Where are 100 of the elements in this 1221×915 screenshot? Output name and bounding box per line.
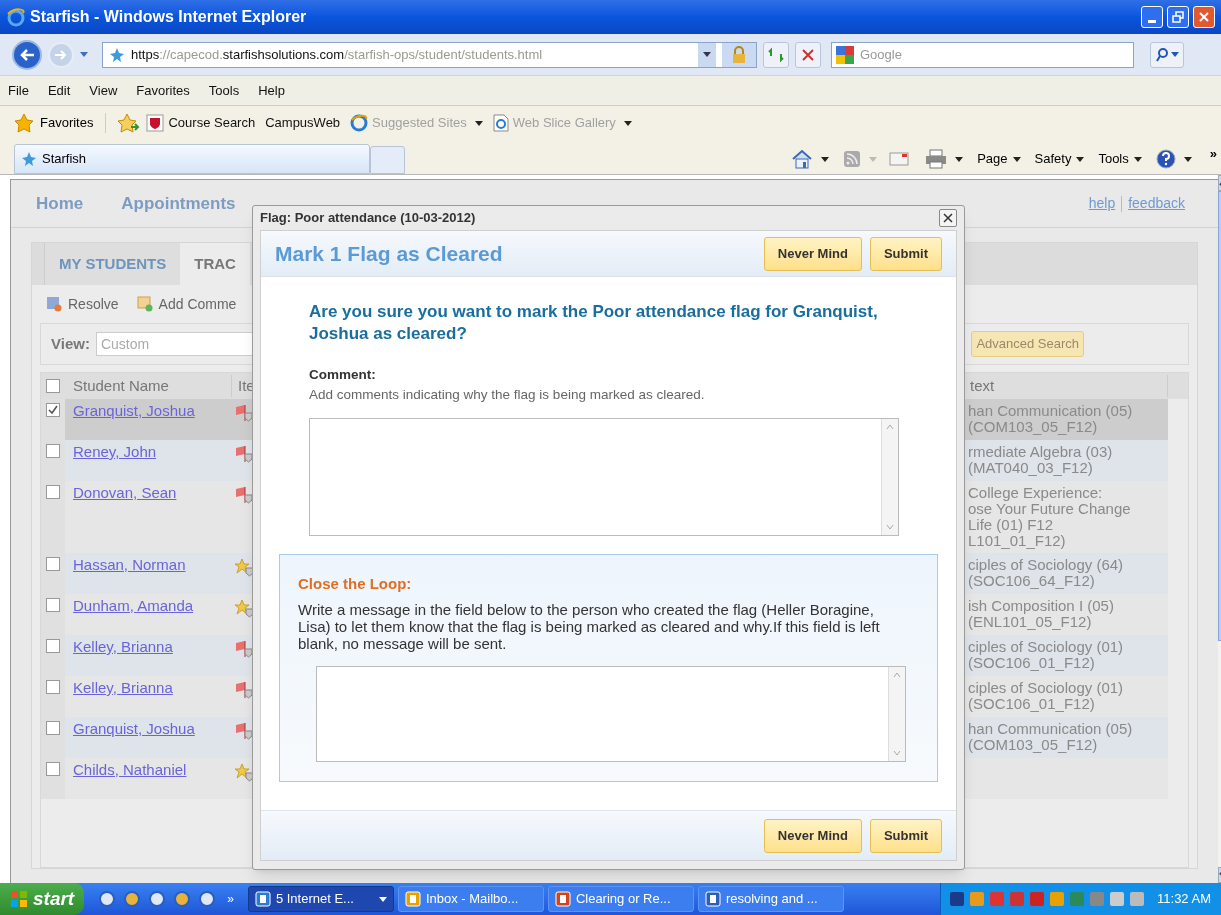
search-button[interactable] [1150, 41, 1184, 68]
section-title: Close the Loop: [298, 573, 413, 594]
student-link[interactable]: Childs, Nathaniel [73, 761, 187, 778]
caret-icon [1012, 156, 1021, 162]
tray-icon[interactable] [1029, 891, 1046, 907]
dialog-button[interactable]: Never Mind [763, 236, 862, 271]
column-header[interactable]: text [968, 374, 1168, 398]
new-tab-button[interactable] [370, 146, 405, 174]
command-menu[interactable]: Tools [1098, 149, 1142, 169]
tray-icon[interactable] [1109, 891, 1126, 907]
dialog-button[interactable]: Submit [869, 236, 942, 271]
favorite-link[interactable]: Course Search [146, 113, 256, 133]
stop-icon [802, 48, 814, 61]
back-button[interactable] [12, 39, 42, 70]
student-link[interactable]: Kelley, Brianna [73, 638, 173, 655]
advanced-search-button[interactable]: Advanced Search [971, 331, 1084, 357]
command-menu[interactable]: Page [977, 149, 1021, 169]
minimize-icon [1148, 20, 1156, 23]
header-link[interactable]: feedback [1128, 193, 1185, 214]
menu-item[interactable]: Help [258, 80, 285, 101]
quick-launch-icon[interactable] [148, 890, 167, 908]
forward-button[interactable] [48, 41, 74, 68]
ie-icon [350, 114, 369, 132]
browser-tab[interactable]: Starfish [14, 144, 370, 174]
search-field[interactable]: Google [831, 41, 1134, 68]
start-button[interactable]: start [0, 883, 85, 915]
address-field[interactable]: https://capecod.starfishsolutions.com/starfish-ops/student/students.html [102, 41, 757, 68]
overflow-chevron[interactable]: » [227, 890, 234, 908]
stop-button[interactable] [795, 41, 821, 68]
feed-icon[interactable] [843, 150, 862, 168]
student-link[interactable]: Granquist, Joshua [73, 402, 195, 419]
row-checkbox[interactable] [46, 444, 60, 458]
refresh-button[interactable] [763, 41, 789, 68]
help-icon[interactable] [1155, 149, 1176, 169]
quick-launch-icon[interactable] [98, 890, 117, 908]
menu-item[interactable]: File [8, 80, 29, 101]
row-checkbox[interactable] [46, 721, 60, 735]
dialog-heading: Mark 1 Flag as Cleared [275, 240, 504, 267]
home-icon[interactable] [791, 149, 814, 169]
context-text: ciples of Sociology (64) [968, 557, 1125, 573]
scrollbar[interactable] [881, 418, 898, 535]
favorite-link[interactable]: CampusWeb [265, 113, 341, 133]
nav-link[interactable]: Home [36, 190, 84, 217]
quick-launch-icon[interactable] [173, 890, 192, 908]
row-checkbox[interactable] [46, 379, 60, 393]
document-app-icon [704, 891, 721, 907]
comment-field[interactable] [309, 417, 899, 536]
tray-icon[interactable] [969, 891, 986, 907]
student-link[interactable]: Reney, John [73, 443, 157, 460]
student-link[interactable]: Donovan, Sean [73, 484, 177, 501]
action-button[interactable]: Add Comme [136, 293, 237, 315]
action-button[interactable]: Resolve [46, 293, 119, 315]
menu-item[interactable]: Favorites [136, 80, 190, 101]
row-checkbox[interactable] [46, 598, 60, 612]
quick-launch-icon[interactable] [123, 890, 142, 908]
nav-link[interactable]: Appointments [121, 190, 236, 217]
tray-icon[interactable] [1009, 891, 1026, 907]
favorites-button[interactable]: Favorites [40, 113, 94, 133]
caret-icon [80, 52, 88, 57]
close-button[interactable] [939, 209, 957, 227]
menu-item[interactable]: Edit [47, 80, 71, 101]
menu-item[interactable]: View [89, 80, 118, 101]
dropdown-button[interactable] [698, 42, 716, 67]
row-checkbox[interactable] [46, 403, 60, 417]
header-link[interactable]: help [1088, 193, 1116, 214]
quick-launch-icon[interactable] [198, 890, 217, 908]
comment-field[interactable] [316, 666, 906, 762]
row-checkbox[interactable] [46, 762, 60, 776]
panel-tab[interactable]: TRAC [180, 243, 250, 285]
tray-icon[interactable] [1129, 891, 1146, 907]
print-icon[interactable] [925, 149, 948, 169]
taskbar-button[interactable]: resolving and ... [697, 886, 844, 912]
tray-icon[interactable] [989, 891, 1006, 907]
taskbar-button[interactable]: Clearing or Re... [547, 886, 694, 912]
row-checkbox[interactable] [46, 557, 60, 571]
row-checkbox[interactable] [46, 680, 60, 694]
command-menu[interactable]: Safety [1034, 149, 1085, 169]
context-text: rmediate Algebra (03) [968, 444, 1114, 460]
row-checkbox[interactable] [46, 639, 60, 653]
dialog-button[interactable]: Submit [869, 818, 942, 853]
menu-item[interactable]: Tools [208, 80, 240, 101]
column-header[interactable]: Student Name [65, 374, 232, 398]
caret-icon [378, 896, 387, 902]
scrollbar[interactable] [888, 667, 905, 761]
restore-button[interactable] [1167, 6, 1189, 28]
student-link[interactable]: Kelley, Brianna [73, 679, 173, 696]
add-favorite-icon [118, 113, 141, 133]
taskbar-button[interactable]: 5 Internet E... [247, 886, 394, 912]
student-link[interactable]: Dunham, Amanda [73, 597, 194, 614]
tray-icon[interactable] [949, 891, 966, 907]
overflow-chevron[interactable]: » [1209, 144, 1217, 164]
student-link[interactable]: Hassan, Norman [73, 556, 186, 573]
mail-icon[interactable] [889, 151, 910, 167]
tray-icon[interactable] [1049, 891, 1066, 907]
taskbar-button[interactable]: Inbox - Mailbo... [397, 886, 544, 912]
student-link[interactable]: Granquist, Joshua [73, 720, 195, 737]
caret-icon [1170, 52, 1179, 57]
dialog-button[interactable]: Never Mind [763, 818, 862, 853]
row-checkbox[interactable] [46, 485, 60, 499]
minimize-button[interactable] [1141, 6, 1163, 28]
